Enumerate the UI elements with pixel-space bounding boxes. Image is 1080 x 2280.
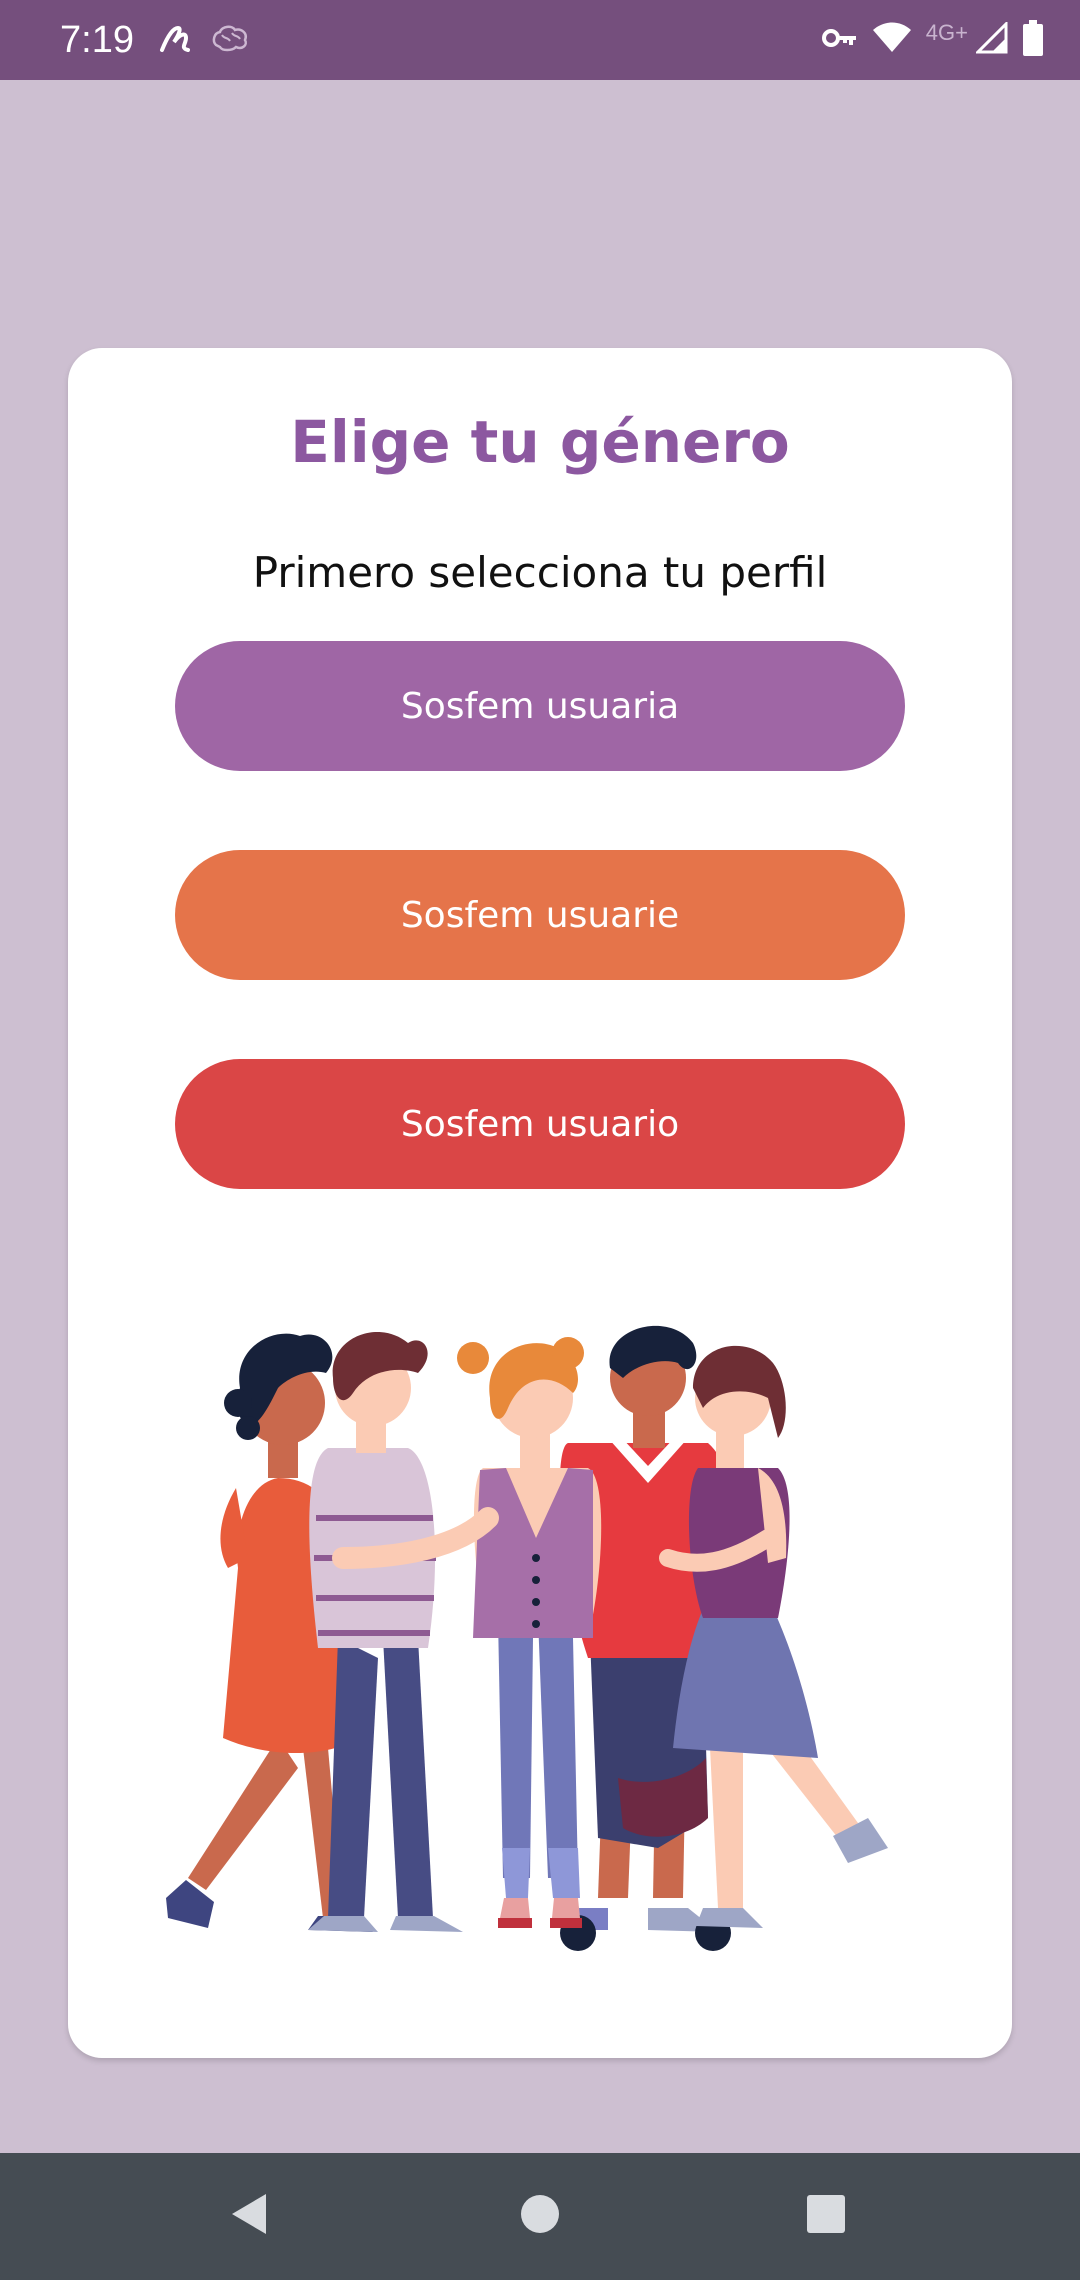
status-time: 7:19 [60,19,134,61]
person-purple-skirt [659,1345,888,1928]
status-left-icons [158,20,250,60]
usuario-button[interactable]: Sosfem usuario [175,1059,905,1189]
person-striped-shirt [308,1331,463,1932]
page-subtitle: Primero selecciona tu perfil [252,548,828,597]
home-button[interactable] [505,2181,575,2251]
network-type-label: 4G+ [925,20,968,45]
status-bar: 7:19 4G+ [0,0,1080,80]
signal-icon [974,19,1008,59]
recent-apps-button[interactable] [791,2181,861,2251]
gender-selection-card: Elige tu género Primero selecciona tu pe… [68,348,1012,2058]
wifi-icon [872,22,912,59]
recent-apps-icon [806,2194,846,2239]
usuaria-button[interactable]: Sosfem usuaria [175,641,905,771]
group-of-friends-illustration [128,1318,958,1958]
status-right-icons: 4G+ [821,18,1044,62]
vpn-key-icon [821,26,858,55]
back-icon [230,2192,270,2241]
page-title: Elige tu género [290,408,790,476]
back-button[interactable] [215,2181,285,2251]
system-nav-bar [0,2153,1080,2280]
link-icon [158,20,192,61]
brain-icon [210,23,250,58]
battery-icon [1022,19,1044,61]
home-icon [520,2194,560,2239]
usuarie-button[interactable]: Sosfem usuarie [175,850,905,980]
